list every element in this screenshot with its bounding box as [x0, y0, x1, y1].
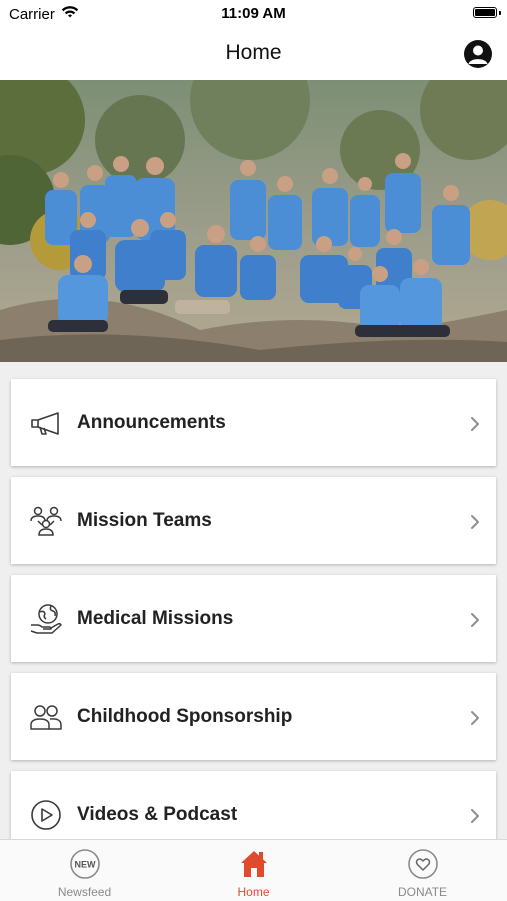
- tab-donate[interactable]: DONATE: [338, 840, 507, 901]
- user-circle-icon[interactable]: [464, 40, 492, 68]
- team-icon: [29, 505, 63, 537]
- navigation-bar: Home: [0, 30, 507, 80]
- status-bar: Carrier 11:09 AM: [0, 0, 507, 30]
- page-title: Home: [225, 41, 282, 64]
- menu-item-mission-teams[interactable]: Mission Teams: [11, 477, 496, 564]
- menu-item-label: Mission Teams: [77, 510, 212, 531]
- chevron-right-icon: [470, 808, 480, 829]
- menu-item-label: Videos & Podcast: [77, 804, 238, 825]
- tab-label: DONATE: [397, 885, 448, 899]
- menu-item-announcements[interactable]: Announcements: [11, 379, 496, 466]
- tab-newsfeed[interactable]: NEW Newsfeed: [0, 840, 169, 901]
- globe-hand-icon: [29, 603, 63, 635]
- menu-item-label: Medical Missions: [77, 608, 234, 629]
- new-badge-text: NEW: [75, 860, 97, 870]
- chevron-right-icon: [470, 612, 480, 633]
- tab-label: Newsfeed: [57, 885, 112, 899]
- menu-item-medical-missions[interactable]: Medical Missions: [11, 575, 496, 662]
- battery-tip: [499, 11, 501, 15]
- play-circle-icon: [29, 799, 63, 831]
- chevron-right-icon: [470, 710, 480, 731]
- battery-icon: [473, 7, 497, 18]
- megaphone-icon: [29, 407, 63, 439]
- new-badge-icon: NEW: [69, 848, 101, 880]
- clock-time: 11:09 AM: [221, 5, 286, 22]
- chevron-right-icon: [470, 416, 480, 437]
- menu-item-label: Childhood Sponsorship: [77, 706, 293, 727]
- people-icon: [29, 701, 63, 733]
- menu-item-label: Announcements: [77, 412, 226, 433]
- tab-home[interactable]: Home: [169, 840, 338, 901]
- hero-group-photo: [0, 80, 507, 362]
- tab-bar: NEW Newsfeed Home DONATE: [0, 839, 507, 901]
- tab-label: Home: [237, 885, 270, 899]
- house-icon: [238, 848, 270, 880]
- menu-item-childhood-sponsorship[interactable]: Childhood Sponsorship: [11, 673, 496, 760]
- heart-icon: [407, 848, 439, 880]
- chevron-right-icon: [470, 514, 480, 535]
